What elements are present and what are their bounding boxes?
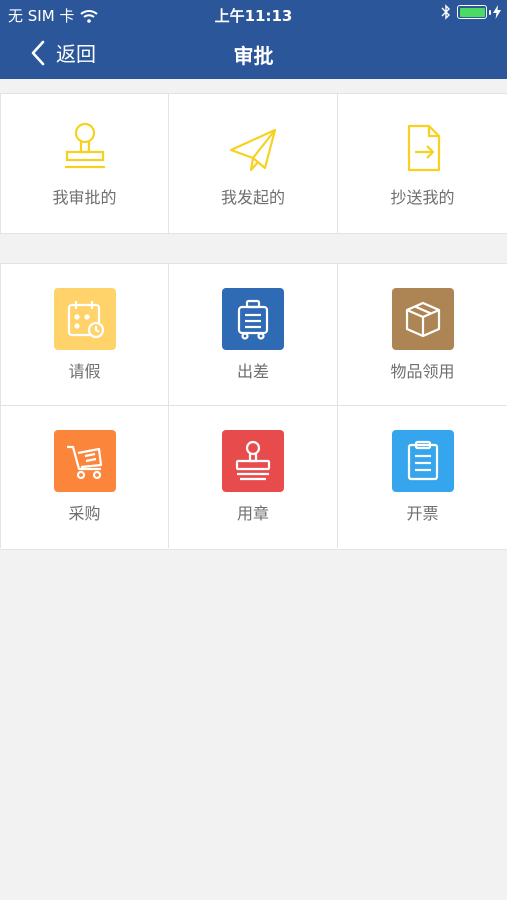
initiated-by-me-item[interactable]: 我发起的: [169, 94, 338, 233]
business-trip-app[interactable]: 出差: [169, 264, 338, 406]
approval-apps-grid: 请假 出差 物品领用 采购 用章 开票: [0, 263, 507, 550]
paper-plane-icon: [229, 128, 277, 172]
clock: 上午11:13: [214, 7, 293, 25]
stamp-icon: [222, 430, 284, 492]
approved-by-me-label: 我审批的: [52, 188, 117, 207]
item-requisition-app[interactable]: 物品领用: [338, 264, 507, 406]
battery-icon: [457, 5, 491, 19]
invoice-label: 开票: [406, 504, 439, 523]
calendar-clock-icon: [53, 288, 116, 350]
approved-by-me-item[interactable]: 我审批的: [0, 94, 169, 233]
cc-to-me-item[interactable]: 抄送我的: [338, 94, 507, 233]
business-trip-label: 出差: [236, 362, 269, 381]
page-title: 审批: [233, 44, 274, 68]
clipboard-icon: [391, 430, 454, 492]
stamp-outline-icon: [64, 122, 105, 169]
cc-to-me-label: 抄送我的: [390, 188, 455, 207]
bluetooth-icon: [441, 4, 450, 20]
charging-icon: [493, 5, 501, 19]
item-requisition-label: 物品领用: [390, 362, 455, 381]
cart-icon: [53, 430, 116, 492]
purchase-label: 采购: [68, 504, 101, 523]
leave-label: 请假: [68, 362, 101, 381]
seal-usage-label: 用章: [236, 504, 269, 523]
header: 无 SIM 卡 上午11:13 返回 审批: [0, 0, 507, 79]
status-bar: 无 SIM 卡 上午11:13: [0, 0, 507, 28]
document-forward-icon: [407, 124, 440, 172]
approval-filter-grid: 我审批的 我发起的 抄送我的: [0, 93, 507, 234]
box-icon: [391, 288, 454, 350]
navbar: 返回 审批: [0, 28, 507, 79]
invoice-app[interactable]: 开票: [338, 406, 507, 548]
status-right: [441, 4, 501, 20]
purchase-app[interactable]: 采购: [0, 406, 169, 548]
leave-app[interactable]: 请假: [0, 264, 169, 406]
luggage-icon: [222, 288, 284, 350]
seal-usage-app[interactable]: 用章: [169, 406, 338, 548]
initiated-by-me-label: 我发起的: [220, 188, 285, 207]
